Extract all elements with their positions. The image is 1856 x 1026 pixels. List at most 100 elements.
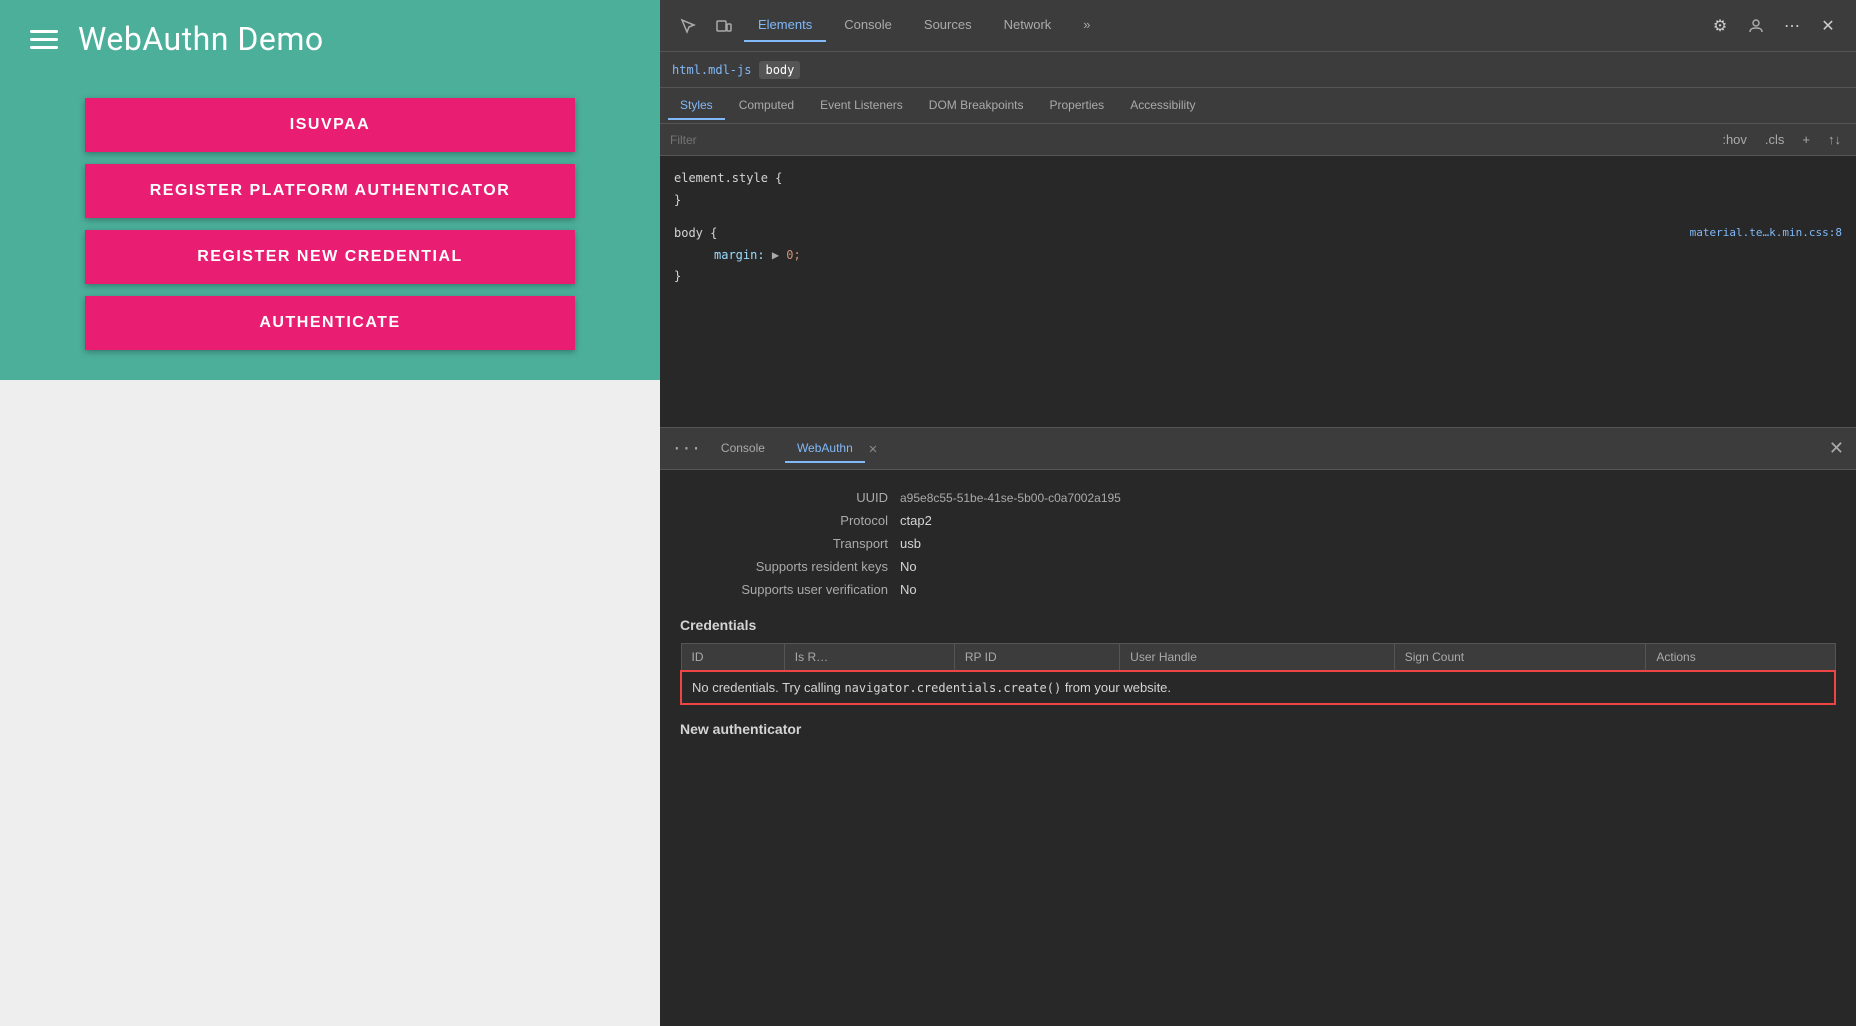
body-style-source[interactable]: material.te…k.min.css:8: [1690, 223, 1842, 245]
styles-filter-input[interactable]: [670, 133, 1709, 147]
hov-button[interactable]: :hov: [1717, 130, 1752, 149]
settings-icon[interactable]: ⚙: [1704, 10, 1736, 42]
uuid-value: a95e8c55-51be-41se-5b00-c0a7002a195: [900, 491, 1121, 505]
no-creds-suffix: from your website.: [1061, 680, 1171, 695]
add-style-button[interactable]: +: [1797, 130, 1815, 149]
uuid-row: UUID a95e8c55-51be-41se-5b00-c0a7002a195: [680, 486, 1836, 509]
no-creds-code: navigator.credentials.create(): [844, 681, 1061, 695]
credentials-table-header: ID Is R… RP ID User Handle Sign Count Ac…: [681, 644, 1835, 672]
styles-tabs: Styles Computed Event Listeners DOM Brea…: [660, 88, 1856, 124]
tab-elements[interactable]: Elements: [744, 9, 826, 42]
app-header: WebAuthn Demo ISUVPAA REGISTER PLATFORM …: [0, 0, 660, 380]
devtools-panel: Elements Console Sources Network » ⚙ ⋯ ✕…: [660, 0, 1856, 1026]
app-buttons: ISUVPAA REGISTER PLATFORM AUTHENTICATOR …: [30, 98, 630, 350]
no-creds-prefix: No credentials. Try calling: [692, 680, 844, 695]
webauthn-content: UUID a95e8c55-51be-41se-5b00-c0a7002a195…: [660, 470, 1856, 1026]
styles-tab-event-listeners[interactable]: Event Listeners: [808, 92, 915, 120]
col-sign-count: Sign Count: [1394, 644, 1646, 672]
styles-panel: Styles Computed Event Listeners DOM Brea…: [660, 88, 1856, 428]
new-authenticator-title: New authenticator: [680, 721, 1836, 737]
protocol-row: Protocol ctap2: [680, 509, 1836, 532]
register-credential-button[interactable]: REGISTER NEW CREDENTIAL: [85, 230, 575, 284]
tab-network[interactable]: Network: [990, 9, 1066, 42]
register-platform-button[interactable]: REGISTER PLATFORM AUTHENTICATOR: [85, 164, 575, 218]
col-id: ID: [681, 644, 784, 672]
transport-row: Transport usb: [680, 532, 1836, 555]
credentials-header-row: ID Is R… RP ID User Handle Sign Count Ac…: [681, 644, 1835, 672]
credentials-section: Credentials ID Is R… RP ID User Handle S…: [680, 617, 1836, 705]
authenticator-info: UUID a95e8c55-51be-41se-5b00-c0a7002a195…: [680, 486, 1836, 601]
body-rule-close: }: [674, 266, 1842, 288]
user-profile-icon[interactable]: [1740, 10, 1772, 42]
close-bottom-panel-icon[interactable]: ✕: [1829, 438, 1844, 459]
webauthn-tab-close[interactable]: ✕: [869, 441, 877, 457]
body-rule-header: body { material.te…k.min.css:8: [674, 223, 1842, 245]
no-credentials-cell: No credentials. Try calling navigator.cr…: [681, 671, 1835, 704]
cls-button[interactable]: .cls: [1760, 130, 1790, 149]
app-panel: WebAuthn Demo ISUVPAA REGISTER PLATFORM …: [0, 0, 660, 1026]
col-user-handle: User Handle: [1120, 644, 1395, 672]
transport-value: usb: [900, 536, 921, 551]
app-header-top: WebAuthn Demo: [30, 20, 630, 58]
user-verification-label: Supports user verification: [680, 582, 900, 597]
styles-filter-right: :hov .cls + ↑↓: [1717, 130, 1846, 149]
elements-breadcrumb: html.mdl-js body: [660, 52, 1856, 88]
margin-name: margin:: [714, 248, 765, 262]
styles-tab-accessibility[interactable]: Accessibility: [1118, 92, 1207, 120]
tab-more[interactable]: »: [1069, 9, 1104, 42]
device-toolbar-icon[interactable]: [708, 10, 740, 42]
triangle-icon[interactable]: ▶: [772, 248, 786, 262]
user-verification-row: Supports user verification No: [680, 578, 1836, 601]
col-rp-id: RP ID: [954, 644, 1119, 672]
resident-keys-value: No: [900, 559, 917, 574]
col-actions: Actions: [1646, 644, 1835, 672]
breadcrumb-body[interactable]: body: [759, 61, 800, 79]
isuvpaa-button[interactable]: ISUVPAA: [85, 98, 575, 152]
transport-label: Transport: [680, 536, 900, 551]
element-style-close: }: [674, 190, 1842, 212]
styles-filter-bar: :hov .cls + ↑↓: [660, 124, 1856, 156]
bottom-tab-console[interactable]: Console: [709, 435, 777, 463]
resident-keys-label: Supports resident keys: [680, 559, 900, 574]
hamburger-icon[interactable]: [30, 30, 58, 49]
tab-sources[interactable]: Sources: [910, 9, 986, 42]
protocol-value: ctap2: [900, 513, 932, 528]
credentials-title: Credentials: [680, 617, 1836, 633]
body-margin-property: margin: ▶ 0;: [694, 245, 1842, 267]
inspect-element-icon[interactable]: [672, 10, 704, 42]
protocol-label: Protocol: [680, 513, 900, 528]
no-credentials-row: No credentials. Try calling navigator.cr…: [681, 671, 1835, 704]
app-content: [0, 380, 660, 1026]
styles-tab-styles[interactable]: Styles: [668, 92, 725, 120]
user-verification-value: No: [900, 582, 917, 597]
bottom-panel: ··· Console WebAuthn ✕ ✕ UUID a95e8c55-5…: [660, 428, 1856, 1026]
authenticate-button[interactable]: AUTHENTICATE: [85, 296, 575, 350]
body-selector: body {: [674, 223, 717, 245]
styles-content: element.style { } body { material.te…k.m…: [660, 156, 1856, 427]
bottom-tab-webauthn[interactable]: WebAuthn: [785, 435, 865, 463]
styles-tab-properties[interactable]: Properties: [1037, 92, 1116, 120]
app-title: WebAuthn Demo: [78, 20, 324, 58]
styles-tab-computed[interactable]: Computed: [727, 92, 806, 120]
bottom-more-icon[interactable]: ···: [672, 439, 701, 458]
credentials-table-body: No credentials. Try calling navigator.cr…: [681, 671, 1835, 704]
styles-tab-dom-breakpoints[interactable]: DOM Breakpoints: [917, 92, 1036, 120]
toggle-panel-button[interactable]: ↑↓: [1823, 130, 1846, 149]
close-devtools-icon[interactable]: ✕: [1812, 10, 1844, 42]
webauthn-tab-container: WebAuthn ✕: [785, 435, 877, 463]
devtools-toolbar: Elements Console Sources Network » ⚙ ⋯ ✕: [660, 0, 1856, 52]
devtools-toolbar-right: ⚙ ⋯ ✕: [1704, 10, 1844, 42]
no-credentials-text: No credentials. Try calling navigator.cr…: [692, 680, 1171, 695]
uuid-label: UUID: [680, 490, 900, 505]
margin-value: 0;: [786, 248, 800, 262]
col-is-r: Is R…: [784, 644, 954, 672]
breadcrumb-html[interactable]: html.mdl-js: [672, 63, 751, 77]
element-style-selector: element.style {: [674, 168, 1842, 190]
element-style-rule: element.style { }: [674, 168, 1842, 211]
credentials-table: ID Is R… RP ID User Handle Sign Count Ac…: [680, 643, 1836, 705]
body-style-rule: body { material.te…k.min.css:8 margin: ▶…: [674, 223, 1842, 288]
tab-console[interactable]: Console: [830, 9, 906, 42]
bottom-panel-toolbar: ··· Console WebAuthn ✕ ✕: [660, 428, 1856, 470]
more-options-icon[interactable]: ⋯: [1776, 10, 1808, 42]
resident-keys-row: Supports resident keys No: [680, 555, 1836, 578]
